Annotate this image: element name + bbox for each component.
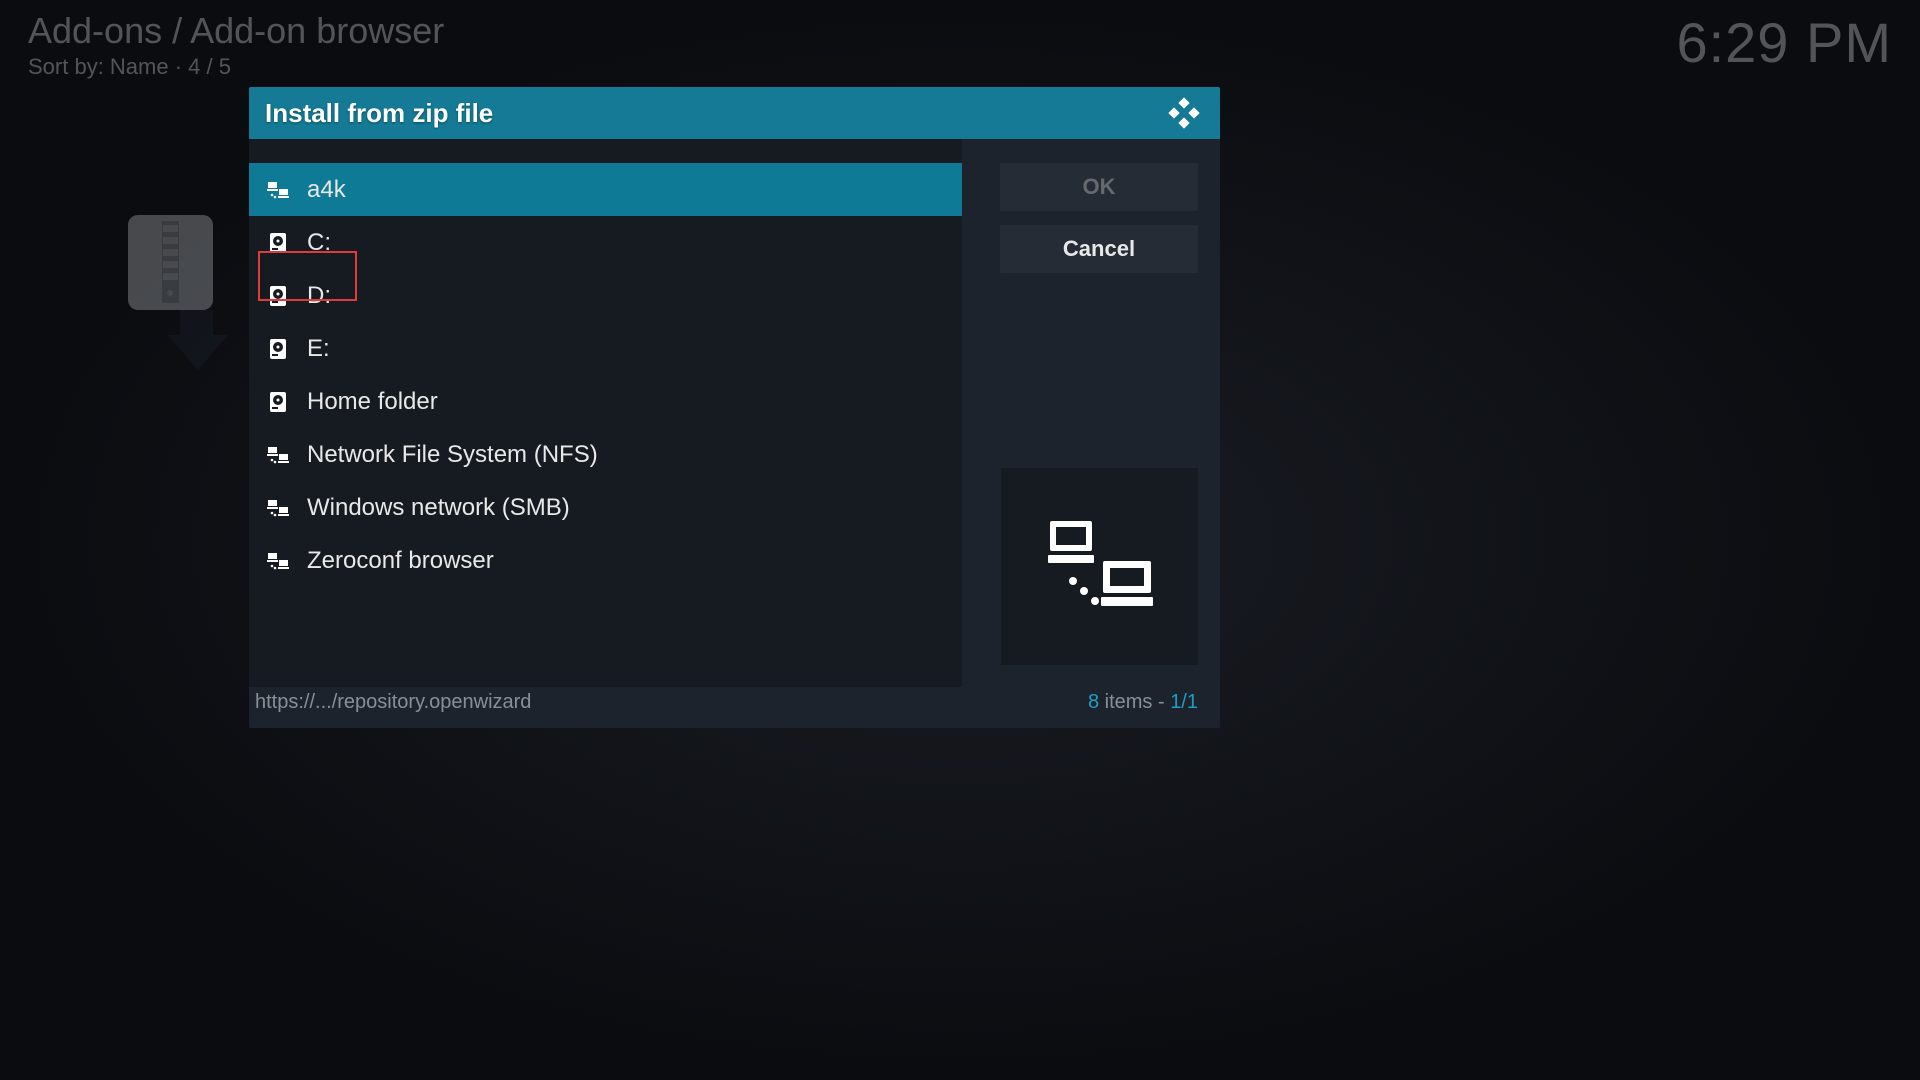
list-item[interactable]: Zeroconf browser xyxy=(249,534,962,587)
path-text: https://.../repository.openwizard xyxy=(255,691,531,714)
list-item[interactable]: Home folder xyxy=(249,375,962,428)
drive-icon xyxy=(267,391,289,413)
item-count: 8 items - 1/1 xyxy=(1088,691,1198,714)
preview-panel xyxy=(1001,468,1198,665)
zip-download-icon xyxy=(128,215,238,370)
list-item-label: Network File System (NFS) xyxy=(307,441,598,469)
dialog-title: Install from zip file xyxy=(265,98,493,129)
file-browser-list[interactable]: a4k C: D: E: Home folder Network File System … xyxy=(249,139,962,687)
network-icon xyxy=(267,550,289,572)
list-item[interactable]: a4k xyxy=(249,163,962,216)
network-icon xyxy=(267,179,289,201)
drive-icon xyxy=(267,285,289,307)
list-item[interactable]: C: xyxy=(249,216,962,269)
drive-icon xyxy=(267,338,289,360)
ok-button[interactable]: OK xyxy=(1000,163,1198,211)
install-zip-dialog: Install from zip file a4k C: D: E: Home fold… xyxy=(249,87,1220,728)
list-item-label: Windows network (SMB) xyxy=(307,494,570,522)
list-item-label: Zeroconf browser xyxy=(307,547,494,575)
network-icon xyxy=(267,444,289,466)
sort-indicator: Sort by: Name · 4 / 5 xyxy=(28,54,444,80)
dialog-header: Install from zip file xyxy=(249,87,1220,139)
app-header: Add-ons / Add-on browser Sort by: Name ·… xyxy=(28,10,1892,80)
list-item[interactable]: Network File System (NFS) xyxy=(249,428,962,481)
dialog-footer: https://.../repository.openwizard 8 item… xyxy=(249,687,1220,728)
list-item[interactable]: D: xyxy=(249,269,962,322)
network-icon xyxy=(1045,519,1155,614)
drive-icon xyxy=(267,232,289,254)
list-item-label: C: xyxy=(307,229,331,257)
list-item-label: D: xyxy=(307,282,331,310)
cancel-button[interactable]: Cancel xyxy=(1000,225,1198,273)
clock: 6:29 PM xyxy=(1676,10,1892,75)
list-item[interactable]: E: xyxy=(249,322,962,375)
breadcrumb: Add-ons / Add-on browser xyxy=(28,10,444,52)
network-icon xyxy=(267,497,289,519)
list-item-label: a4k xyxy=(307,176,346,204)
list-item[interactable]: Windows network (SMB) xyxy=(249,481,962,534)
kodi-logo-icon xyxy=(1168,97,1200,129)
list-item-label: Home folder xyxy=(307,388,438,416)
list-item-label: E: xyxy=(307,335,330,363)
